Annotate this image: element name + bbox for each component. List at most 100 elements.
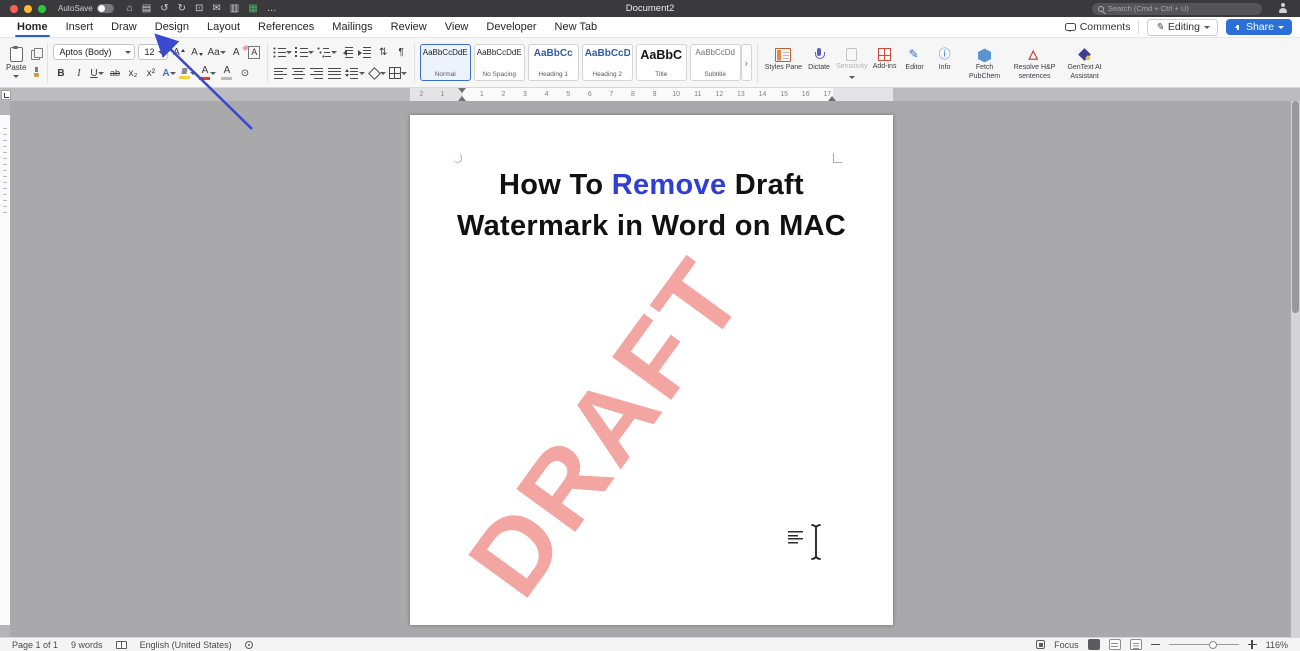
mail-icon[interactable]: ✉ [212, 4, 220, 14]
copy-icon[interactable] [31, 48, 42, 59]
layout-icon[interactable]: ▥ [230, 4, 239, 14]
format-painter-icon[interactable] [31, 67, 42, 78]
underline-button[interactable]: U [89, 65, 104, 82]
web-layout-view-icon[interactable] [1109, 639, 1121, 650]
language-indicator[interactable]: English (United States) [140, 640, 232, 650]
scrollbar-thumb[interactable] [1292, 101, 1299, 313]
editing-mode-button[interactable]: Editing [1147, 19, 1218, 36]
style-no-spacing[interactable]: AaBbCcDdE No Spacing [474, 44, 525, 81]
style-heading-2[interactable]: AaBbCcD Heading 2 [582, 44, 633, 81]
more-icon[interactable]: … [267, 4, 277, 14]
subscript-button[interactable]: x₂ [125, 65, 140, 82]
undo-icon[interactable]: ↺ [160, 4, 168, 14]
tab-mailings[interactable]: Mailings [323, 17, 381, 37]
tab-developer[interactable]: Developer [477, 17, 545, 37]
right-indent-marker[interactable] [828, 92, 836, 101]
tab-references[interactable]: References [249, 17, 323, 37]
zoom-level[interactable]: 116% [1266, 640, 1288, 650]
home-icon[interactable]: ⌂ [127, 4, 133, 14]
change-case-button[interactable]: Aa [207, 44, 225, 61]
fullscreen-window-button[interactable] [38, 5, 46, 13]
document-area[interactable]: How To Remove Draft Watermark in Word on… [0, 101, 1300, 637]
ribbon-button-gentext-ai-assistant[interactable]: GenText AI Assistant [1062, 44, 1108, 80]
focus-toggle[interactable]: Focus [1054, 640, 1079, 650]
bullets-button[interactable] [273, 44, 292, 61]
align-left-button[interactable] [273, 65, 288, 82]
tab-new-tab[interactable]: New Tab [546, 17, 607, 37]
account-presence-icon[interactable] [1278, 3, 1288, 13]
ribbon-button-info[interactable]: Info [932, 44, 958, 72]
zoom-slider-knob[interactable] [1209, 641, 1217, 649]
left-indent-marker[interactable] [458, 92, 466, 101]
table-icon[interactable]: ▦ [248, 4, 257, 14]
borders-button[interactable] [389, 65, 407, 82]
align-center-button[interactable] [291, 65, 306, 82]
zoom-out-button[interactable] [1151, 640, 1160, 649]
character-shading-button[interactable]: A [219, 65, 234, 82]
tab-stop-selector[interactable] [1, 90, 11, 100]
decrease-indent-button[interactable] [340, 44, 355, 61]
enclose-characters-button[interactable]: ⊙ [237, 65, 252, 82]
document-page[interactable]: How To Remove Draft Watermark in Word on… [410, 115, 893, 625]
ribbon-button-fetch-pubchem[interactable]: Fetch PubChem [962, 44, 1008, 80]
share-button[interactable]: Share [1226, 19, 1292, 35]
highlight-button[interactable] [179, 65, 196, 82]
font-size-select[interactable]: 12 [138, 44, 168, 60]
sort-button[interactable]: ⇅ [376, 44, 391, 61]
search-input[interactable]: Search (Cmd + Ctrl + U) [1092, 3, 1262, 15]
ribbon-button-editor[interactable]: Editor [902, 44, 928, 72]
style-normal[interactable]: AaBbCcDdE Normal [420, 44, 471, 81]
tab-home[interactable]: Home [8, 17, 57, 37]
ribbon-button-resolve-h-p-sentences[interactable]: Resolve H&P sentences [1012, 44, 1058, 80]
style-title[interactable]: AaBbC Title [636, 44, 687, 81]
strikethrough-button[interactable]: ab [107, 65, 122, 82]
styles-gallery-more-button[interactable]: › [741, 44, 752, 81]
paste-button[interactable]: Paste [6, 47, 26, 79]
minimize-window-button[interactable] [24, 5, 32, 13]
comments-button[interactable]: Comments [1065, 21, 1131, 33]
page-indicator[interactable]: Page 1 of 1 [12, 640, 58, 650]
autosave-toggle[interactable] [97, 4, 114, 13]
clear-formatting-button[interactable]: A [229, 44, 244, 61]
italic-button[interactable]: I [71, 65, 86, 82]
align-right-button[interactable] [309, 65, 324, 82]
style-subtitle[interactable]: AaBbCcDd Subtitle [690, 44, 741, 81]
shading-button[interactable] [368, 65, 386, 82]
tab-layout[interactable]: Layout [198, 17, 249, 37]
style-heading-1[interactable]: AaBbCc Heading 1 [528, 44, 579, 81]
tab-view[interactable]: View [436, 17, 478, 37]
superscript-button[interactable]: x² [143, 65, 158, 82]
text-effects-button[interactable]: A [161, 65, 176, 82]
print-layout-view-icon[interactable] [1088, 639, 1100, 650]
redo-icon[interactable]: ↻ [178, 4, 186, 14]
multilevel-list-button[interactable] [317, 44, 337, 61]
line-spacing-button[interactable] [345, 65, 365, 82]
zoom-slider[interactable] [1169, 640, 1239, 650]
print-icon[interactable]: ⊡ [195, 4, 203, 14]
horizontal-ruler[interactable]: 21 1234567891011121314151617 [0, 88, 1300, 101]
ribbon-button-styles-pane[interactable]: Styles Pane [765, 44, 802, 72]
show-paragraph-marks-button[interactable]: ¶ [394, 44, 409, 61]
character-border-button[interactable]: A [247, 44, 262, 61]
bold-button[interactable]: B [53, 65, 68, 82]
save-icon[interactable]: ▤ [142, 4, 151, 14]
document-heading[interactable]: How To Remove Draft Watermark in Word on… [410, 165, 893, 247]
word-count[interactable]: 9 words [71, 640, 103, 650]
font-name-select[interactable]: Aptos (Body) [53, 44, 135, 60]
tab-review[interactable]: Review [382, 17, 436, 37]
ribbon-button-add-ins[interactable]: Add-ins [872, 44, 898, 71]
numbering-button[interactable] [295, 44, 314, 61]
grammar-status-icon[interactable] [245, 641, 253, 649]
tab-draw[interactable]: Draw [102, 17, 146, 37]
outline-view-icon[interactable] [1130, 639, 1142, 650]
justify-button[interactable] [327, 65, 342, 82]
ribbon-button-sensitivity[interactable]: Sensitivity [836, 44, 868, 79]
ribbon-button-dictate[interactable]: Dictate [806, 44, 832, 72]
tab-insert[interactable]: Insert [57, 17, 103, 37]
grow-font-button[interactable]: A [171, 44, 186, 61]
increase-indent-button[interactable] [358, 44, 373, 61]
font-color-button[interactable]: A [199, 65, 216, 82]
tab-design[interactable]: Design [146, 17, 198, 37]
zoom-in-button[interactable] [1248, 640, 1257, 649]
spellcheck-icon[interactable] [116, 641, 127, 649]
